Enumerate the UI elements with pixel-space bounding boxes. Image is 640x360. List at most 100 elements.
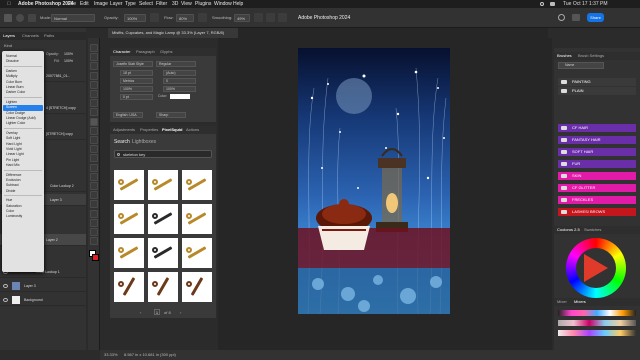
tab-character[interactable]: Character <box>113 48 131 56</box>
control-center-icon[interactable] <box>550 2 555 6</box>
dodge-tool-icon[interactable] <box>90 172 98 181</box>
blend-mode-option[interactable]: Darken <box>6 69 17 74</box>
blend-mode-option[interactable]: Screen <box>6 105 17 110</box>
menu-file[interactable]: File <box>68 0 76 8</box>
result-thumbnail[interactable] <box>148 204 178 234</box>
brush-folder-row[interactable]: SKIN <box>558 172 636 180</box>
blend-mode-option[interactable]: Subtract <box>6 183 19 188</box>
blend-mode-option[interactable]: Difference <box>6 173 21 178</box>
zoom-level[interactable]: 33.33% <box>104 350 118 360</box>
blend-mode-option[interactable]: Linear Light <box>6 152 24 157</box>
tab-mixers[interactable]: Mixers <box>574 298 586 306</box>
result-thumbnail[interactable] <box>182 204 212 234</box>
layer-fill-field[interactable]: 100% <box>64 59 73 63</box>
lasso-tool-icon[interactable] <box>90 62 98 71</box>
brush-folder-row[interactable]: SOFT HAIR <box>558 148 636 156</box>
result-thumbnail[interactable] <box>114 272 144 302</box>
layer-opacity-field[interactable]: 100% <box>64 52 73 56</box>
healing-tool-icon[interactable] <box>90 108 98 117</box>
font-family-select[interactable]: Josefin Slab Style <box>113 61 153 67</box>
blend-mode-option[interactable]: Linear Burn <box>6 85 24 90</box>
result-thumbnail[interactable] <box>182 238 212 268</box>
blur-tool-icon[interactable] <box>90 163 98 172</box>
tab-glyphs[interactable]: Glyphs <box>160 48 172 56</box>
text-color-swatch[interactable] <box>170 94 190 99</box>
pen-tool-icon[interactable] <box>90 182 98 190</box>
visibility-eye-icon[interactable] <box>3 284 8 288</box>
tracking-field[interactable]: 0 <box>163 78 196 84</box>
smoothing-field[interactable]: 49% <box>234 14 250 22</box>
tab-properties[interactable]: Properties <box>140 126 158 134</box>
brush-folder-row[interactable]: PLAIN <box>558 87 636 95</box>
blend-mode-option[interactable]: Luminosity <box>6 214 22 219</box>
blend-mode-option[interactable]: Lighter Color <box>6 121 25 126</box>
language-select[interactable]: English: USA <box>113 112 143 118</box>
apple-icon[interactable]:  <box>7 0 11 8</box>
hand-tool-icon[interactable] <box>90 218 98 227</box>
font-size-field[interactable]: 18 pt <box>120 70 153 76</box>
canvas-area[interactable] <box>218 38 552 350</box>
result-thumbnail[interactable] <box>148 170 178 200</box>
result-thumbnail[interactable] <box>114 170 144 200</box>
brush-folder-row[interactable]: CF HAIR <box>558 124 636 132</box>
result-thumbnail[interactable] <box>114 204 144 234</box>
angle-icon[interactable] <box>266 13 275 22</box>
visibility-eye-icon[interactable] <box>3 298 8 302</box>
frame-tool-icon[interactable] <box>90 90 98 98</box>
opacity-field[interactable]: 100% <box>124 14 146 22</box>
brush-folder-row[interactable]: FANTASY HAIR <box>558 136 636 144</box>
tab-channels[interactable]: Channels <box>22 32 39 40</box>
swatch-strip[interactable] <box>558 320 636 326</box>
result-thumbnail[interactable] <box>182 170 212 200</box>
marquee-tool-icon[interactable] <box>90 53 98 62</box>
tab-mixer[interactable]: Mixer <box>557 298 567 306</box>
menu-app[interactable]: Adobe Photoshop 2024 <box>18 0 74 8</box>
airbrush-icon[interactable] <box>198 13 207 22</box>
gradient-tool-icon[interactable] <box>90 154 98 163</box>
tab-adjustments[interactable]: Adjustments <box>113 126 135 134</box>
brush-tool-icon[interactable] <box>90 117 98 126</box>
horizontal-scale-field[interactable]: 100% <box>163 86 196 92</box>
page-prev-icon[interactable]: ‹ <box>140 310 141 315</box>
tab-paths[interactable]: Paths <box>44 32 54 40</box>
tab-brushes[interactable]: Brushes <box>557 52 572 60</box>
blend-mode-option[interactable]: Normal <box>6 54 17 59</box>
brush-panel-toggle-icon[interactable] <box>28 14 36 22</box>
blend-mode-option[interactable]: Hard Light <box>6 142 22 147</box>
menu-plugins[interactable]: Plugins <box>195 0 211 8</box>
layer-row[interactable]: Background <box>0 294 86 306</box>
flow-field[interactable]: 80% <box>176 14 194 22</box>
tab-coolorus[interactable]: Coolorus 2.5 <box>557 226 580 234</box>
layer-row[interactable]: Layer 3 <box>0 280 86 292</box>
blend-mode-option[interactable]: Darker Color <box>6 90 25 95</box>
kind-filter[interactable]: Kind <box>4 43 12 48</box>
blend-mode-option[interactable]: Color Dodge <box>6 111 25 116</box>
workspace-icon[interactable] <box>572 14 580 21</box>
tab-swatches[interactable]: Swatches <box>584 226 601 234</box>
tab-pixelsquid[interactable]: PixelSquid <box>162 126 182 134</box>
swatch-strip[interactable] <box>558 310 636 316</box>
more-tools-icon[interactable] <box>90 237 98 246</box>
result-thumbnail[interactable] <box>114 238 144 268</box>
clone-stamp-tool-icon[interactable] <box>90 126 98 135</box>
eyedropper-tool-icon[interactable] <box>90 99 98 108</box>
brush-folder-row[interactable]: CF GLITTER <box>558 184 636 192</box>
pressure-opacity-icon[interactable] <box>150 13 159 22</box>
brush-preset-icon[interactable] <box>16 14 24 22</box>
result-thumbnail[interactable] <box>182 272 212 302</box>
brush-folder-row[interactable]: PAINTING <box>558 78 636 86</box>
search-source[interactable]: Lightboxes <box>132 139 156 145</box>
menu-layer[interactable]: Layer <box>110 0 123 8</box>
zoom-tool-icon[interactable] <box>90 228 98 236</box>
search-icon[interactable] <box>558 14 565 21</box>
crop-tool-icon[interactable] <box>90 80 98 89</box>
menu-window[interactable]: Window <box>214 0 232 8</box>
blend-mode-option[interactable]: Color <box>6 209 14 214</box>
symmetry-icon[interactable] <box>278 13 287 22</box>
vertical-scale-field[interactable]: 100% <box>120 86 153 92</box>
menu-image[interactable]: Image <box>94 0 108 8</box>
kerning-field[interactable]: Metrics <box>120 78 153 84</box>
brush-folder-row[interactable]: FRECKLES <box>558 196 636 204</box>
move-tool-icon[interactable] <box>90 44 98 52</box>
pixelsquid-search-input[interactable]: skeleton key <box>114 150 212 158</box>
